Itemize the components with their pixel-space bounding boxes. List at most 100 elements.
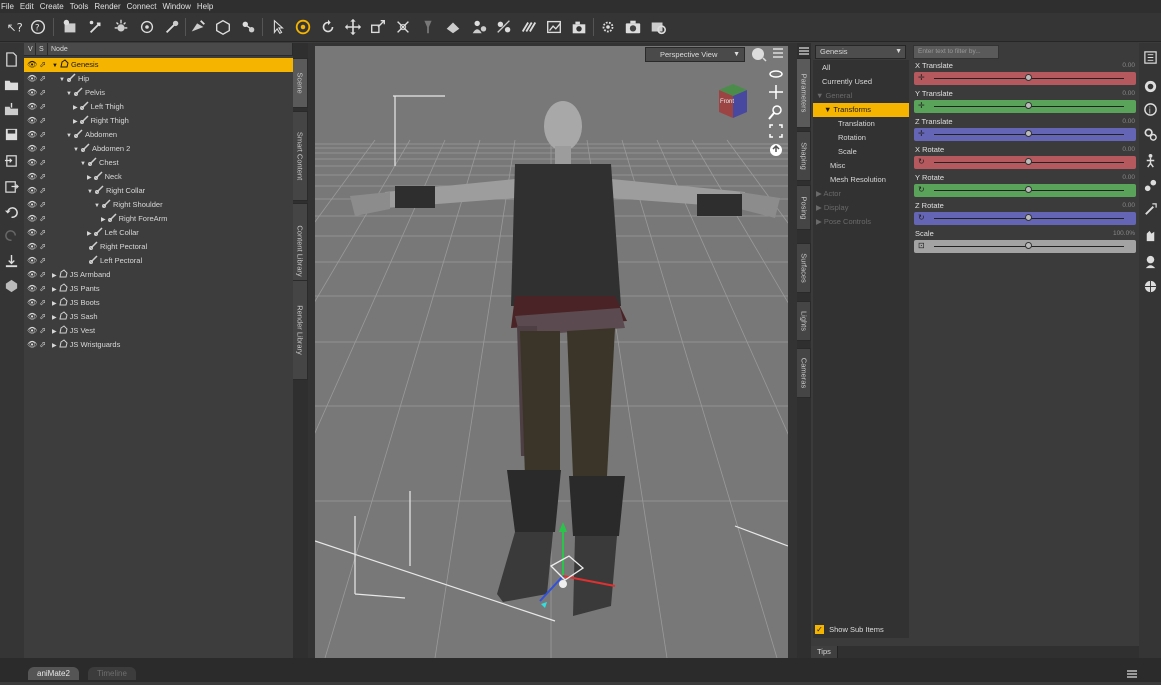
visibility-toggle-icon[interactable]: 👁 ⬀ (27, 212, 46, 226)
visibility-toggle-icon[interactable]: 👁 ⬀ (27, 170, 46, 184)
expand-arrow-icon[interactable]: ▶ (52, 301, 57, 307)
paint-brush-icon[interactable] (1142, 201, 1158, 217)
tab-tips[interactable]: Tips (811, 646, 838, 658)
stripe-tool-icon[interactable] (519, 17, 539, 37)
parameter-group[interactable]: Rotation (813, 131, 909, 145)
image-render-icon[interactable] (544, 17, 564, 37)
scene-node-row[interactable]: 👁 ⬀ ▶ JS Sash (24, 310, 293, 324)
redo-icon[interactable] (2, 226, 21, 245)
menu-edit[interactable]: Edit (20, 2, 34, 11)
import-icon[interactable] (2, 151, 21, 170)
collapse-arrow-icon[interactable]: ▼ (59, 77, 65, 83)
scene-node-row[interactable]: 👁 ⬀ ▶ JS Vest (24, 324, 293, 338)
scale-tool-icon[interactable] (368, 17, 388, 37)
figure-setup-icon[interactable] (2, 276, 21, 295)
panel-layout-icon[interactable] (1142, 49, 1158, 65)
visibility-toggle-icon[interactable]: 👁 ⬀ (27, 86, 46, 100)
menu-connect[interactable]: Connect (127, 2, 157, 11)
viewport-menu-icon[interactable] (771, 46, 785, 60)
tab-lights[interactable]: Lights (797, 301, 811, 341)
slider-bar[interactable]: ✛ (914, 128, 1136, 141)
tab-animate2[interactable]: aniMate2 (28, 667, 79, 680)
expand-arrow-icon[interactable]: ▶ (52, 329, 57, 335)
help-icon[interactable]: ? (28, 17, 48, 37)
scene-node-row[interactable]: 👁 ⬀ ▶ JS Armband (24, 268, 293, 282)
viewport[interactable]: Front (315, 46, 788, 658)
tab-smart-content[interactable]: Smart Content (293, 111, 308, 201)
tab-render-library[interactable]: Render Library (293, 280, 308, 380)
daz-studio-icon[interactable] (1142, 78, 1158, 94)
expand-arrow-icon[interactable]: ▶ (87, 231, 92, 237)
node-select[interactable]: Genesis ▼ (815, 45, 906, 59)
menu-create[interactable]: Create (40, 2, 64, 11)
slider-knob[interactable] (1025, 214, 1032, 221)
visibility-toggle-icon[interactable]: 👁 ⬀ (27, 240, 46, 254)
drop-to-floor-icon[interactable] (2, 252, 21, 271)
joint-tool-icon[interactable] (494, 17, 514, 37)
parameter-group[interactable]: Mesh Resolution (813, 173, 909, 187)
scene-node-row[interactable]: 👁 ⬀ Left Pectoral (24, 254, 293, 268)
tab-parameters[interactable]: Parameters (797, 58, 811, 128)
scene-node-row[interactable]: 👁 ⬀ ▼ Genesis (24, 58, 293, 72)
head-pose-icon[interactable] (1142, 253, 1158, 269)
visibility-toggle-icon[interactable]: 👁 ⬀ (27, 184, 46, 198)
scene-node-row[interactable]: 👁 ⬀ ▶ Left Thigh (24, 100, 293, 114)
view-cube[interactable]: Front (713, 80, 753, 120)
visibility-toggle-icon[interactable]: 👁 ⬀ (27, 324, 46, 338)
view-select[interactable]: Perspective View ▼ (645, 47, 745, 62)
geometry-editor-icon[interactable] (188, 17, 208, 37)
slider-value[interactable]: 0.00 (1122, 146, 1135, 153)
surface-selection-icon[interactable] (162, 17, 182, 37)
slider-value[interactable]: 0.00 (1122, 90, 1135, 97)
parameter-group[interactable]: Misc (813, 159, 909, 173)
slider-bar[interactable]: ✛ (914, 72, 1136, 85)
slider-knob[interactable] (1025, 158, 1032, 165)
merge-icon[interactable] (2, 100, 21, 119)
frame-icon[interactable] (768, 123, 784, 139)
tab-cameras[interactable]: Cameras (797, 348, 811, 398)
visibility-toggle-icon[interactable]: 👁 ⬀ (27, 226, 46, 240)
slider-bar[interactable]: ↻ (914, 212, 1136, 225)
parameter-group[interactable]: ▶ Pose Controls (813, 215, 909, 229)
column-selectable[interactable]: S (36, 42, 48, 56)
expand-arrow-icon[interactable]: ▶ (101, 217, 106, 223)
visibility-toggle-icon[interactable]: 👁 ⬀ (27, 114, 46, 128)
expand-arrow-icon[interactable]: ▶ (52, 343, 57, 349)
undo-icon[interactable] (2, 203, 21, 222)
column-node[interactable]: Node (48, 42, 293, 56)
render-settings-icon[interactable] (598, 17, 618, 37)
tab-shaping[interactable]: Shaping (797, 131, 811, 181)
scene-node-row[interactable]: 👁 ⬀ ▶ Right ForeArm (24, 212, 293, 226)
draw-style-icon[interactable] (750, 46, 768, 62)
expand-arrow-icon[interactable]: ▶ (73, 119, 78, 125)
expand-arrow-icon[interactable]: ▶ (87, 175, 92, 181)
pan-icon[interactable] (768, 84, 784, 100)
scene-node-row[interactable]: 👁 ⬀ ▶ Neck (24, 170, 293, 184)
node-select-arrow-icon[interactable] (268, 17, 288, 37)
collapse-arrow-icon[interactable]: ▼ (66, 91, 72, 97)
tab-scene[interactable]: Scene (293, 58, 308, 108)
scene-node-row[interactable]: 👁 ⬀ ▼ Abdomen 2 (24, 142, 293, 156)
pose-figure-icon[interactable] (1142, 152, 1158, 168)
tab-surfaces[interactable]: Surfaces (797, 243, 811, 293)
menu-render[interactable]: Render (94, 2, 120, 11)
menu-help[interactable]: Help (197, 2, 213, 11)
collapse-arrow-icon[interactable]: ▼ (52, 63, 58, 69)
collapse-arrow-icon[interactable]: ▼ (73, 147, 79, 153)
parameter-group[interactable]: ▼ Transforms (813, 103, 909, 117)
slider-knob[interactable] (1025, 186, 1032, 193)
menu-file[interactable]: File (1, 2, 14, 11)
rotate-tool-icon[interactable] (318, 17, 338, 37)
settings-gear-icon[interactable] (1142, 126, 1158, 142)
universal-tool-icon[interactable] (293, 17, 313, 37)
slider-bar[interactable]: ↻ (914, 156, 1136, 169)
parameter-group[interactable]: All (813, 61, 909, 75)
visibility-toggle-icon[interactable]: 👁 ⬀ (27, 72, 46, 86)
render-gear-icon[interactable] (648, 17, 668, 37)
parameter-group[interactable]: ▼ General (813, 89, 909, 103)
slider-knob[interactable] (1025, 242, 1032, 249)
visibility-toggle-icon[interactable]: 👁 ⬀ (27, 128, 46, 142)
scene-node-row[interactable]: 👁 ⬀ ▼ Chest (24, 156, 293, 170)
scene-node-row[interactable]: 👁 ⬀ ▼ Right Collar (24, 184, 293, 198)
visibility-toggle-icon[interactable]: 👁 ⬀ (27, 100, 46, 114)
